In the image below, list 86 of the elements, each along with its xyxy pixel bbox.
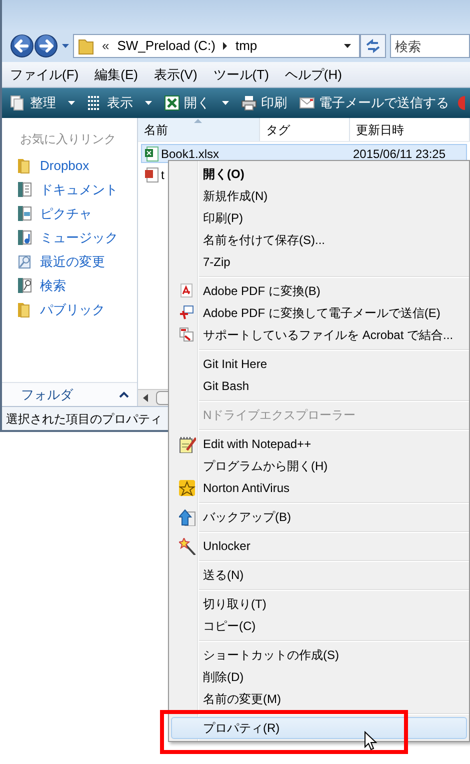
breadcrumb[interactable]: tmp [235,36,258,56]
address-field[interactable]: « SW_Preload (C:) tmp [73,34,360,58]
sidebar-link[interactable]: パブリック [2,300,137,319]
folder-icon [17,157,32,174]
star-badge-icon [178,480,196,496]
menu-item[interactable]: Adobe PDF に変換(B) [171,280,467,302]
menu-item[interactable]: コピー(C) [171,615,467,637]
document-icon [144,166,159,182]
scroll-left-icon [143,394,148,402]
menu-item[interactable]: Edit with Notepad++ [171,433,467,455]
file-name: Book1.xlsx [161,146,220,162]
collapse-chevron-icon [119,391,129,398]
envelope-icon [299,95,315,111]
menu-item[interactable]: ツール(T) [213,64,269,84]
folder-icon [17,301,32,318]
menu-item[interactable]: 名前を付けて保存(S)... [171,229,467,251]
cursor-icon [364,731,377,751]
menu-item[interactable]: 名前の変更(M) [171,688,467,710]
file-name: t [161,166,164,184]
music-note-icon [17,229,32,246]
printer-icon [241,95,257,111]
sidebar-link[interactable]: ミュージック [2,228,137,247]
toolbar-button[interactable]: 電子メールで送信する [299,93,449,113]
refresh-button[interactable] [360,34,386,58]
menu-item[interactable]: Git Init Here [171,353,467,375]
sidebar-link[interactable]: ピクチャ [2,204,137,223]
menu-item[interactable]: 編集(E) [94,64,138,84]
menu-item[interactable]: ファイル(F) [10,64,79,84]
stop-icon [457,95,465,111]
menu-item[interactable]: Unlocker [171,535,467,557]
forward-button[interactable] [34,34,58,58]
breadcrumb[interactable]: SW_Preload (C:) [117,36,216,56]
toolbar-button[interactable]: 整理 [10,93,75,113]
chevron-icon [223,42,228,50]
refresh-icon [365,38,381,54]
notepad-icon [178,436,196,452]
menu-item[interactable]: プロパティ(R) [171,717,467,739]
spreadsheet-icon [164,95,180,111]
menu-item[interactable]: プログラムから開く(H) [171,455,467,477]
menu-item[interactable]: 7-Zip [171,251,467,273]
menu-item[interactable]: 切り取り(T) [171,593,467,615]
magic-wand-icon [178,538,196,554]
sidebar-header: お気に入りリンク [19,131,117,148]
menu-item[interactable]: サポートしているファイルを Acrobat で結合... [171,324,467,346]
menu-item[interactable]: 表示(V) [154,64,198,84]
menu-item[interactable]: Git Bash [171,375,467,397]
address-overflow: « [102,37,110,56]
menu-item[interactable]: 削除(D) [171,666,467,688]
pdf-combine-icon [178,326,196,344]
caret-icon [344,44,351,48]
pdf-mail-icon [178,304,196,322]
history-dropdown-button[interactable] [62,44,69,48]
toolbar-button[interactable]: 表示 [87,93,152,113]
menu-item[interactable]: 新規作成(N) [171,185,467,207]
column-header[interactable]: 名前 [138,118,260,141]
scroll-thumb[interactable] [156,391,168,405]
status-text: 選択された項目のプロパティ [6,410,162,428]
spreadsheet-icon [144,146,159,162]
document-icon [17,181,32,198]
horizontal-scrollbar[interactable] [138,389,168,406]
menu-item[interactable]: ヘルプ(H) [284,64,342,84]
sidebar-link[interactable]: 最近の変更 [2,252,137,271]
sidebar-link[interactable]: Dropbox [2,156,137,175]
modified-date: 2015/06/11 23:25 [352,146,446,162]
menu-item[interactable]: Adobe PDF に変換して電子メールで送信(E) [171,302,467,324]
picture-icon [17,205,32,222]
sidebar-link[interactable]: 検索 [2,276,137,295]
documents-icon [10,95,26,111]
folders-bar[interactable]: フォルダ [2,382,137,406]
search-icon [17,277,32,294]
toolbar-button[interactable]: 開く [164,93,229,113]
menu-item[interactable]: バックアップ(B) [171,506,467,528]
folder-icon [78,37,94,55]
menu-item[interactable]: 送る(N) [171,564,467,586]
menu-item[interactable]: Norton AntiVirus [171,477,467,499]
sort-arrow-icon [194,119,202,123]
caret-icon [62,44,69,48]
menu-item[interactable]: ショートカットの作成(S) [171,644,467,666]
sidebar-link[interactable]: ドキュメント [2,180,137,199]
search-field[interactable]: 検索 [390,34,470,58]
pdf-icon [178,282,196,300]
menu-item[interactable]: 開く(O) [171,163,467,185]
toolbar-button[interactable]: 印刷 [241,93,287,113]
menu-item[interactable]: 印刷(P) [171,207,467,229]
magnifier-icon [17,253,32,270]
back-button[interactable] [10,34,34,58]
